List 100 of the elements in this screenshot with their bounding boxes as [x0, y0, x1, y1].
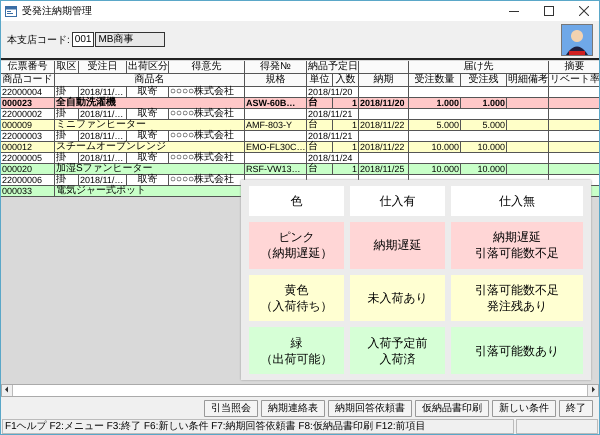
table-cell: 10.000	[461, 164, 507, 175]
table-cell	[245, 131, 307, 142]
table-cell: ASW-60B…	[245, 98, 307, 109]
table-cell: 22000003	[1, 131, 55, 142]
table-cell: 000012	[1, 142, 55, 153]
table-cell: 2018/11/21	[307, 131, 359, 142]
table-cell	[549, 98, 599, 109]
table-cell: 掛	[55, 153, 79, 164]
table-cell: ミニファンヒーター	[55, 120, 245, 131]
table-cell	[245, 87, 307, 98]
table-cell: 22000005	[1, 153, 55, 164]
horizontal-scrollbar[interactable]	[1, 384, 599, 397]
table-cell: 000033	[1, 186, 55, 197]
table-cell	[359, 131, 409, 142]
table-cell: 22000006	[1, 175, 55, 186]
table-cell: 掛	[55, 109, 79, 120]
action-button[interactable]: 引当照会	[204, 400, 258, 416]
column-header: 受注数量	[409, 74, 461, 87]
table-cell: 10.000	[409, 142, 461, 153]
table-cell: 2018/11/…	[79, 175, 127, 186]
table-cell: EMO-FL30C…	[245, 142, 307, 153]
table-cell	[549, 164, 599, 175]
table-cell: 2018/11/25	[359, 164, 409, 175]
table-cell: AMF-803-Y	[245, 120, 307, 131]
table-cell	[549, 109, 599, 120]
column-header: 商品名	[55, 74, 245, 87]
column-header: 単位	[307, 74, 333, 87]
column-header: 出荷区分	[127, 61, 169, 74]
table-cell: 2018/11/…	[79, 153, 127, 164]
table-cell: 台	[307, 120, 333, 131]
column-header: 届け先	[409, 61, 549, 74]
column-header: 納品予定日	[307, 61, 359, 74]
table-cell: 2018/11/24	[307, 153, 359, 164]
table-cell	[245, 153, 307, 164]
action-button[interactable]: 終了	[559, 400, 593, 416]
table-cell: 取寄	[127, 153, 169, 164]
legend-text: 黄色	[284, 282, 308, 298]
table-cell	[549, 142, 599, 153]
table-cell: 2018/11/…	[79, 131, 127, 142]
table-cell	[549, 131, 599, 142]
close-icon	[579, 6, 589, 16]
table-cell: 22000004	[1, 87, 55, 98]
table-cell	[549, 153, 599, 164]
table-cell	[507, 164, 549, 175]
table-cell: 2018/11/21	[307, 109, 359, 120]
branch-code-field[interactable]: 001	[72, 32, 94, 47]
legend-text: 納期遅延	[374, 237, 422, 254]
action-button[interactable]: 仮納品書印刷	[415, 400, 489, 416]
table-cell: 2018/11/…	[79, 109, 127, 120]
column-header: 摘要	[549, 61, 599, 74]
table-cell	[507, 120, 549, 131]
legend-text: 引落可能数不足	[475, 245, 559, 262]
table-cell: 台	[307, 142, 333, 153]
maximize-icon	[544, 6, 554, 16]
legend-header: 色	[249, 186, 344, 216]
table-cell: 加湿Sファンヒーター	[55, 164, 245, 175]
legend-text: ピンク	[278, 229, 314, 246]
column-header: 商品コード	[1, 74, 55, 87]
legend-text: 入荷済	[380, 350, 416, 367]
legend-text: （納期遅延）	[260, 245, 332, 262]
table-cell: ○○○○株式会社	[169, 153, 245, 164]
table-cell: 取寄	[127, 87, 169, 98]
table-cell	[359, 153, 409, 164]
column-header: 得意先	[169, 61, 245, 74]
table-cell	[359, 87, 409, 98]
column-header: 伝票番号	[1, 61, 55, 74]
table-cell	[359, 109, 409, 120]
table-cell: 2018/11/20	[359, 98, 409, 109]
table-cell: スチームオーブンレンジ	[55, 142, 245, 153]
legend-text: 引落可能数不足	[475, 282, 559, 298]
status-text: F1ヘルプ F2:メニュー F3:終了 F6:新しい条件 F7:納期回答依頼書 F8:仮納品書印刷 F12:前項目	[2, 419, 514, 434]
table-cell: 1	[333, 142, 359, 153]
table-cell: 台	[307, 164, 333, 175]
legend-text: 発注残あり	[487, 298, 547, 314]
legend-header: 仕入無	[451, 186, 583, 216]
table-cell	[245, 109, 307, 120]
legend-text: （入荷待ち）	[260, 298, 332, 314]
column-header: 得発№	[245, 61, 307, 74]
table-cell: 1.000	[461, 98, 507, 109]
action-button[interactable]: 納期連絡表	[261, 400, 325, 416]
table-cell: 1	[333, 120, 359, 131]
table-cell: 000023	[1, 98, 55, 109]
table-cell: 取寄	[127, 131, 169, 142]
avatar-icon	[561, 24, 593, 56]
table-cell: ○○○○株式会社	[169, 109, 245, 120]
table-cell: ○○○○株式会社	[169, 87, 245, 98]
table-cell	[507, 98, 549, 109]
table-cell: 5.000	[409, 120, 461, 131]
column-header: 受注残	[461, 74, 507, 87]
table-cell: 全自動洗濯機	[55, 98, 245, 109]
table-cell: 2018/11/20	[307, 87, 359, 98]
table-cell	[549, 120, 599, 131]
legend-header: 仕入有	[350, 186, 445, 216]
action-button[interactable]: 新しい条件	[492, 400, 556, 416]
table-cell: 取寄	[127, 175, 169, 186]
table-cell: RSF-VW13…	[245, 164, 307, 175]
action-button[interactable]: 納期回答依頼書	[328, 400, 412, 416]
table-cell: ○○○○株式会社	[169, 175, 245, 186]
column-header: 取区	[55, 61, 79, 74]
table-cell: 2018/11/…	[79, 87, 127, 98]
